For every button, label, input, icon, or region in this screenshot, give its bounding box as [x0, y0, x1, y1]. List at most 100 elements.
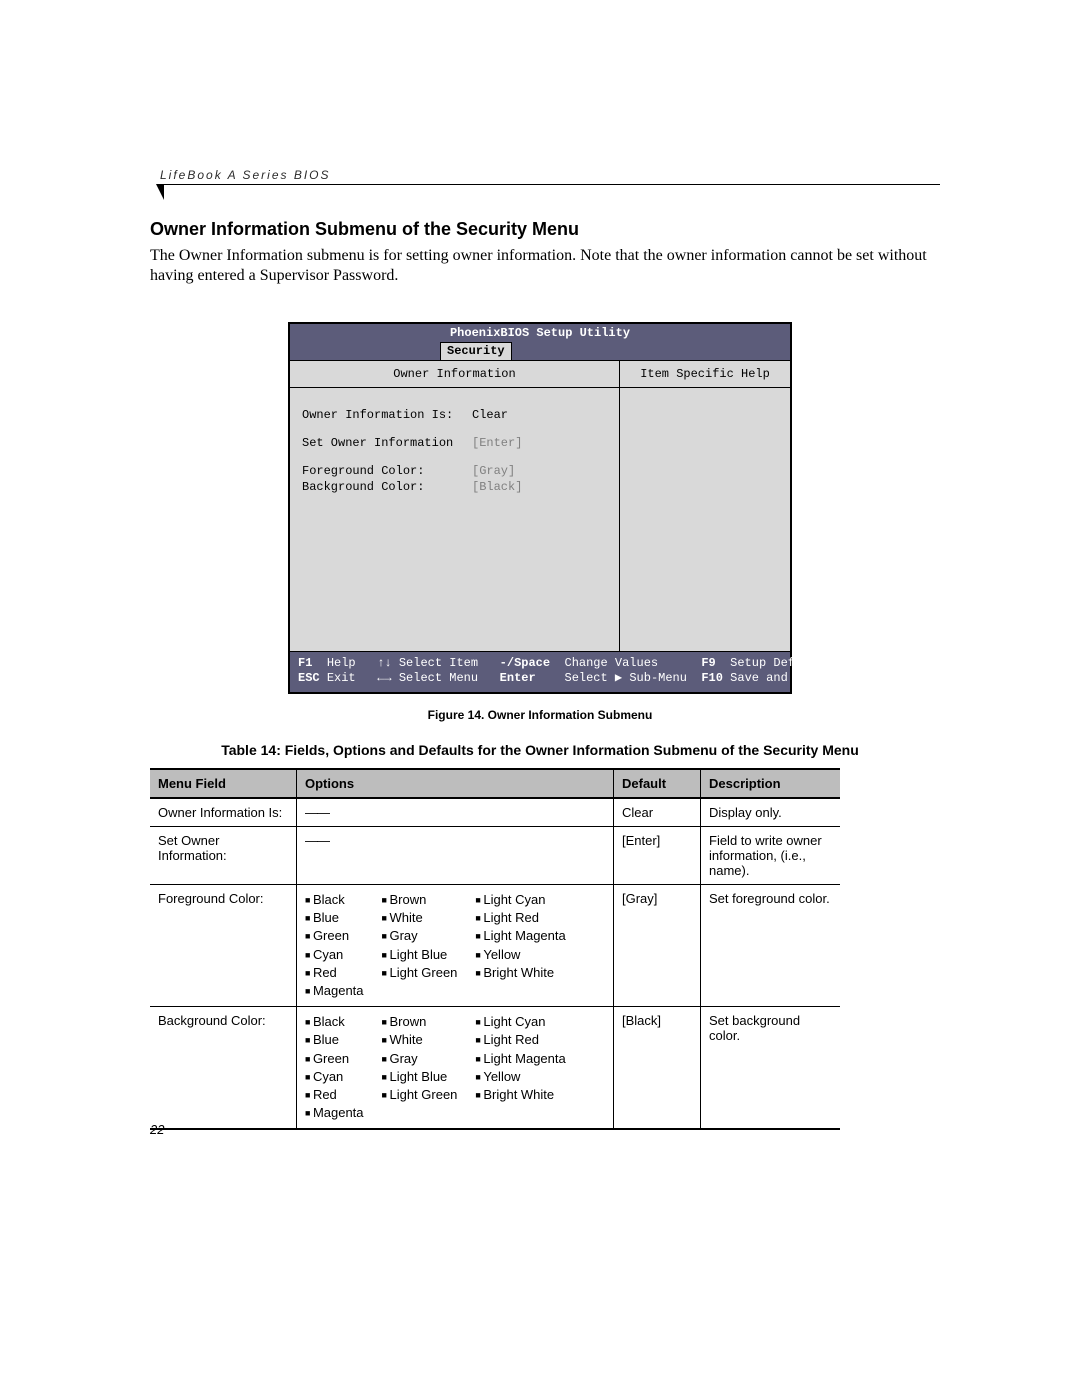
color-option: Cyan — [305, 946, 364, 964]
key-esc: ESC — [298, 671, 320, 685]
bios-tab-security: Security — [440, 342, 512, 360]
label-select-menu: Select Menu — [399, 671, 478, 685]
table-title: Table 14: Fields, Options and Defaults f… — [150, 742, 930, 758]
color-option: Gray — [382, 1050, 458, 1068]
color-option: Light Cyan — [475, 891, 565, 909]
color-option: Light Red — [475, 909, 565, 927]
bios-right-pane: Item Specific Help — [620, 361, 790, 651]
bios-tab-row: Security — [290, 342, 790, 360]
color-option: Brown — [382, 1013, 458, 1031]
color-option: Bright White — [475, 1086, 565, 1104]
bios-footer: F1 Help ↑↓ Select Item -/Space Change Va… — [290, 651, 790, 692]
cell-menu-field: Foreground Color: — [150, 885, 297, 1007]
cell-menu-field: Owner Information Is: — [150, 798, 297, 827]
color-option: Light Green — [382, 964, 458, 982]
label-select-submenu: Select ▶ Sub-Menu — [565, 671, 687, 685]
bios-right-title: Item Specific Help — [620, 361, 790, 388]
color-option: White — [382, 909, 458, 927]
color-option: Gray — [382, 927, 458, 945]
color-option: Light Magenta — [475, 1050, 565, 1068]
label-help: Help — [327, 656, 356, 670]
bios-value: [Black] — [472, 480, 522, 494]
table-row: Background Color:BlackBlueGreenCyanRedMa… — [150, 1007, 840, 1130]
bios-label: Owner Information Is: — [302, 408, 472, 422]
cell-description: Set background color. — [701, 1007, 841, 1130]
em-dash: —— — [305, 805, 329, 820]
bios-label: Set Owner Information — [302, 436, 472, 450]
cell-options: —— — [297, 798, 614, 827]
bios-value: [Enter] — [472, 436, 522, 450]
bios-footer-row-1: F1 Help ↑↓ Select Item -/Space Change Va… — [298, 656, 782, 671]
bios-screenshot: PhoenixBIOS Setup Utility Security Owner… — [288, 322, 792, 694]
cell-description: Display only. — [701, 798, 841, 827]
label-exit: Exit — [327, 671, 356, 685]
bios-value: [Gray] — [472, 464, 515, 478]
bios-row-fg-color: Foreground Color: [Gray] — [302, 464, 607, 478]
key-f9: F9 — [701, 656, 715, 670]
cell-menu-field: Set Owner Information: — [150, 827, 297, 885]
cell-default: [Enter] — [614, 827, 701, 885]
th-default: Default — [614, 769, 701, 798]
table-row: Owner Information Is:——ClearDisplay only… — [150, 798, 840, 827]
color-option: Black — [305, 891, 364, 909]
cell-options: BlackBlueGreenCyanRedMagentaBrownWhiteGr… — [297, 1007, 614, 1130]
bios-left-content: Owner Information Is: Clear Set Owner In… — [290, 388, 619, 528]
label-change-values: Change Values — [565, 656, 659, 670]
label-save-exit: Save and Exit — [730, 671, 824, 685]
manual-page: LifeBook A Series BIOS Owner Information… — [0, 0, 1080, 1397]
th-options: Options — [297, 769, 614, 798]
color-option: Blue — [305, 1031, 364, 1049]
th-menu-field: Menu Field — [150, 769, 297, 798]
bios-body: Owner Information Owner Information Is: … — [290, 360, 790, 651]
color-option: Light Cyan — [475, 1013, 565, 1031]
th-description: Description — [701, 769, 841, 798]
color-option: Light Red — [475, 1031, 565, 1049]
color-option: Cyan — [305, 1068, 364, 1086]
color-option: Magenta — [305, 982, 364, 1000]
bios-value: Clear — [472, 408, 508, 422]
key-minus-space: -/Space — [500, 656, 550, 670]
cell-menu-field: Background Color: — [150, 1007, 297, 1130]
label-select-item: Select Item — [399, 656, 478, 670]
figure-caption: Figure 14. Owner Information Submenu — [150, 708, 930, 722]
running-head: LifeBook A Series BIOS — [160, 168, 930, 184]
color-option: Light Magenta — [475, 927, 565, 945]
cell-description: Set foreground color. — [701, 885, 841, 1007]
cell-options: BlackBlueGreenCyanRedMagentaBrownWhiteGr… — [297, 885, 614, 1007]
color-option: Light Blue — [382, 946, 458, 964]
color-option: Brown — [382, 891, 458, 909]
running-rule — [160, 184, 940, 185]
color-option: Yellow — [475, 946, 565, 964]
color-option: White — [382, 1031, 458, 1049]
table-row: Foreground Color:BlackBlueGreenCyanRedMa… — [150, 885, 840, 1007]
bios-title: PhoenixBIOS Setup Utility — [290, 324, 790, 342]
color-option: Light Green — [382, 1086, 458, 1104]
color-option: Magenta — [305, 1104, 364, 1122]
color-option: Red — [305, 1086, 364, 1104]
bios-row-set-owner-info: Set Owner Information [Enter] — [302, 436, 607, 450]
table-row: Set Owner Information:——[Enter]Field to … — [150, 827, 840, 885]
bios-label: Background Color: — [302, 480, 472, 494]
page-number: 22 — [150, 1122, 164, 1137]
table-header-row: Menu Field Options Default Description — [150, 769, 840, 798]
color-option-columns: BlackBlueGreenCyanRedMagentaBrownWhiteGr… — [305, 1013, 605, 1122]
label-setup-defaults: Setup Defaults — [730, 656, 831, 670]
color-option: Red — [305, 964, 364, 982]
arrows-updown-icon: ↑↓ — [377, 656, 391, 670]
running-head-wrap: LifeBook A Series BIOS — [160, 168, 930, 185]
section-title: Owner Information Submenu of the Securit… — [150, 219, 930, 240]
key-f1: F1 — [298, 656, 312, 670]
bios-label: Foreground Color: — [302, 464, 472, 478]
color-option: Light Blue — [382, 1068, 458, 1086]
corner-mark-icon — [156, 184, 164, 200]
cell-default: [Black] — [614, 1007, 701, 1130]
color-option-columns: BlackBlueGreenCyanRedMagentaBrownWhiteGr… — [305, 891, 605, 1000]
bios-row-bg-color: Background Color: [Black] — [302, 480, 607, 494]
options-table: Menu Field Options Default Description O… — [150, 768, 840, 1130]
color-option: Bright White — [475, 964, 565, 982]
cell-options: —— — [297, 827, 614, 885]
em-dash: —— — [305, 833, 329, 848]
color-option: Yellow — [475, 1068, 565, 1086]
key-f10: F10 — [701, 671, 723, 685]
bios-row-owner-info-is: Owner Information Is: Clear — [302, 408, 607, 422]
